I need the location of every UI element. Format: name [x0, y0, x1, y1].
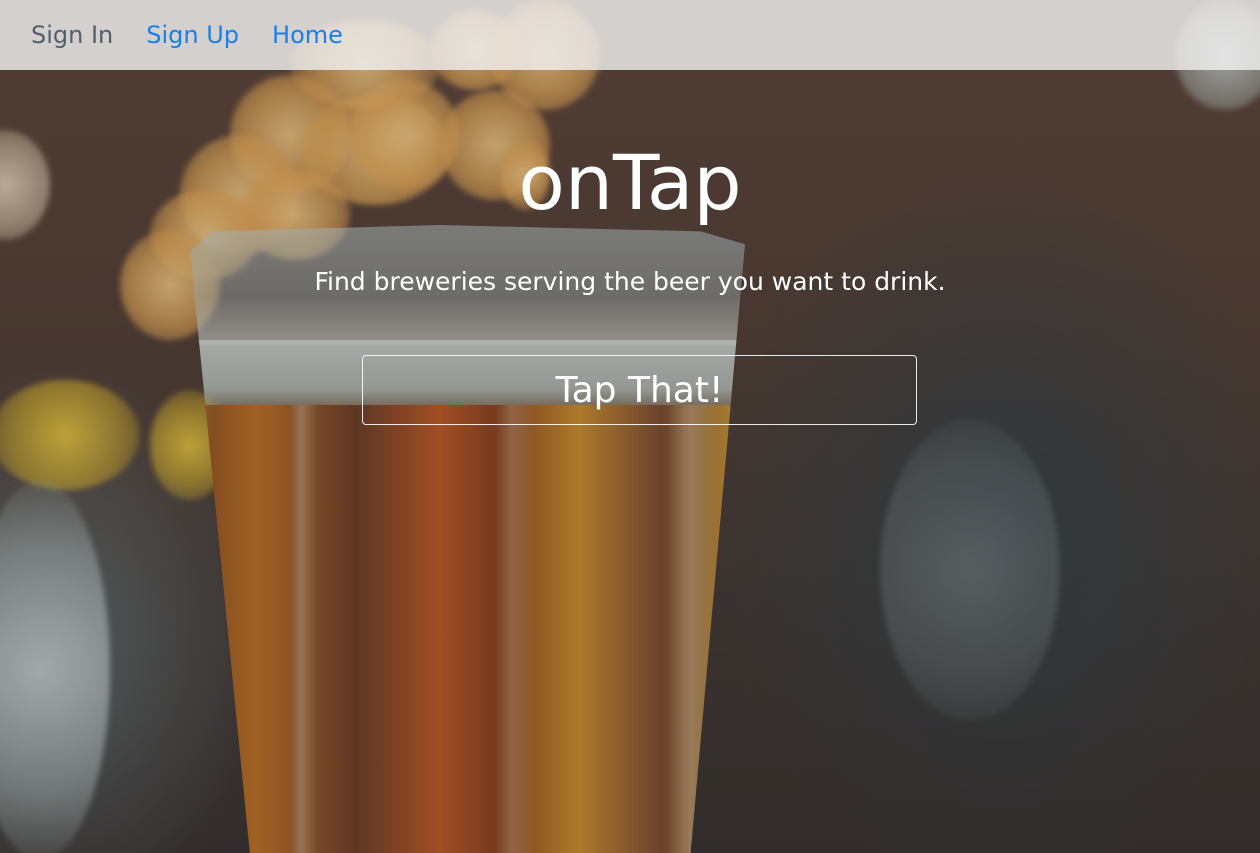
hero-title: onTap	[518, 138, 742, 227]
hero-section: onTap Find breweries serving the beer yo…	[0, 0, 1260, 853]
tap-that-button[interactable]: Tap That!	[362, 355, 917, 425]
hero-subtitle: Find breweries serving the beer you want…	[314, 267, 946, 296]
